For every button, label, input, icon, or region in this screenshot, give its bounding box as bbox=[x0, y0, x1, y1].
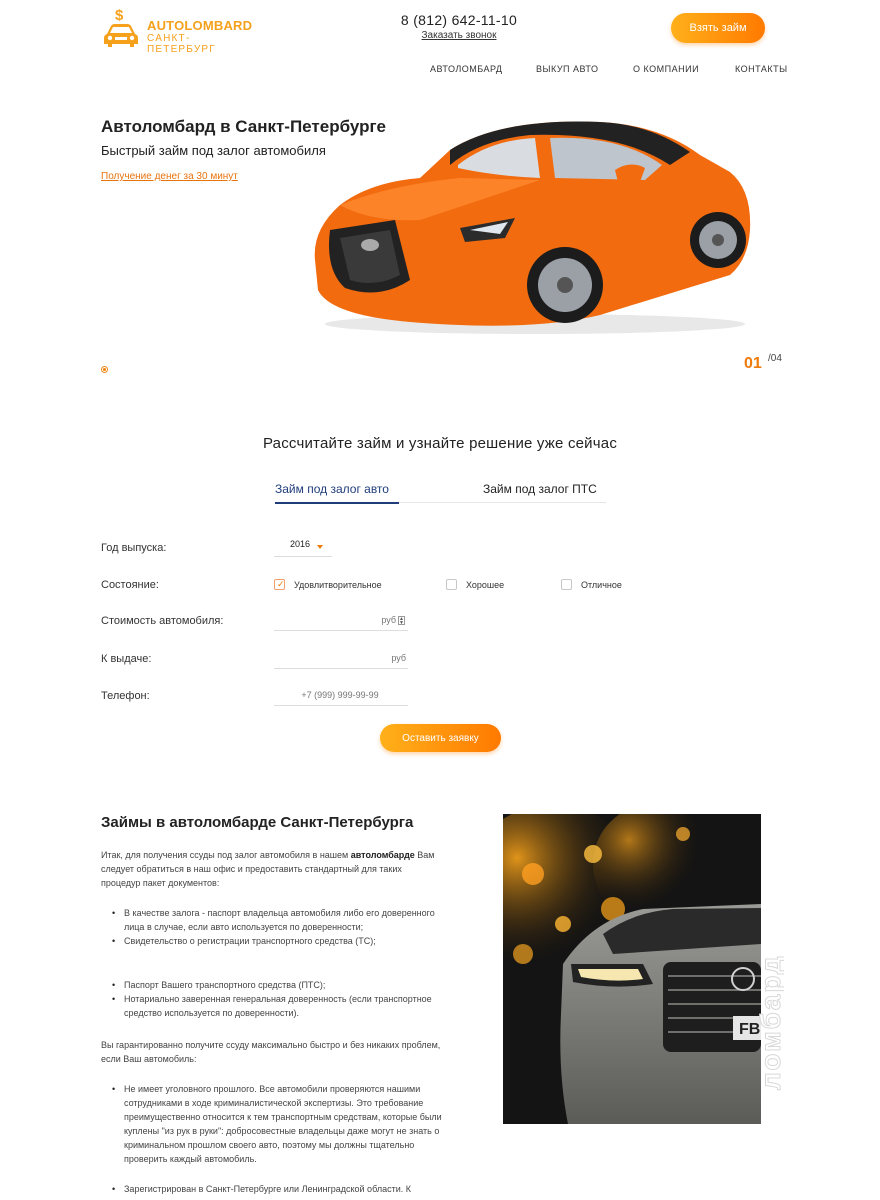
logo-title: AUTOLOMBARD bbox=[147, 18, 253, 33]
car-dollar-logo-icon: $ bbox=[104, 7, 138, 47]
list-item: Не имеет уголовного прошлого. Все автомо… bbox=[112, 1082, 442, 1166]
requirements-list: Не имеет уголовного прошлого. Все автомо… bbox=[112, 1082, 442, 1196]
tab-divider bbox=[399, 502, 606, 503]
take-loan-button[interactable]: Взять займ bbox=[671, 13, 765, 43]
chevron-down-icon bbox=[317, 545, 323, 549]
documents-list-1: В качестве залога - паспорт владельца ав… bbox=[112, 906, 442, 948]
article-paragraph-2: Вы гарантированно получите ссуду максима… bbox=[101, 1040, 441, 1064]
tab-car-collateral[interactable]: Займ под залог авто bbox=[275, 482, 399, 504]
svg-text:$: $ bbox=[115, 7, 124, 24]
submit-request-button[interactable]: Оставить заявку bbox=[380, 724, 501, 752]
slider-dot[interactable] bbox=[101, 366, 108, 373]
number-spinner-icon[interactable]: ▲ ▼ bbox=[398, 616, 405, 626]
list-item: Паспорт Вашего транспортного средства (П… bbox=[112, 978, 442, 992]
condition-label: Состояние: bbox=[101, 579, 159, 591]
condition-excellent-checkbox[interactable] bbox=[561, 579, 572, 590]
condition-good-label: Хорошее bbox=[466, 580, 505, 590]
phone-input[interactable] bbox=[274, 684, 408, 706]
nav-autolombard[interactable]: АВТОЛОМБАРД bbox=[430, 64, 503, 74]
condition-good-checkbox[interactable] bbox=[446, 579, 457, 590]
vertical-watermark-text: ломбард bbox=[755, 954, 785, 1091]
tab-pts-collateral[interactable]: Займ под залог ПТС bbox=[483, 482, 597, 502]
documents-list-2: Паспорт Вашего транспортного средства (П… bbox=[112, 978, 442, 1020]
checkmark-icon: ✓ bbox=[277, 579, 285, 589]
calculator-title: Рассчитайте займ и узнайте решение уже с… bbox=[262, 435, 618, 452]
payout-input[interactable] bbox=[274, 647, 408, 669]
year-value: 2016 bbox=[290, 539, 311, 549]
hero-link[interactable]: Получение денег за 30 минут bbox=[101, 171, 238, 182]
hero-subtitle: Быстрый займ под залог автомобиля bbox=[101, 143, 326, 158]
article-intro: Итак, для получения ссуды под залог авто… bbox=[101, 850, 435, 888]
list-item: Нотариально заверенная генеральная довер… bbox=[112, 992, 442, 1020]
article-title: Займы в автоломбарде Санкт-Петербурга bbox=[101, 814, 414, 831]
nav-contacts[interactable]: КОНТАКТЫ bbox=[735, 64, 788, 74]
car-value-input[interactable] bbox=[274, 609, 408, 631]
phone-label: Телефон: bbox=[101, 690, 150, 702]
logo-subtitle: САНКТ-ПЕТЕРБУРГ bbox=[147, 33, 216, 55]
nav-about[interactable]: О КОМПАНИИ bbox=[633, 64, 699, 74]
orange-sports-car-image bbox=[314, 121, 751, 334]
condition-satisfactory-checkbox[interactable]: ✓ bbox=[274, 579, 285, 590]
list-item: В качестве залога - паспорт владельца ав… bbox=[112, 906, 442, 934]
year-select[interactable]: 2016 bbox=[274, 535, 332, 557]
logo[interactable]: $ AUTOLOMBARD САНКТ-ПЕТЕРБУРГ bbox=[101, 6, 253, 55]
year-label: Год выпуска: bbox=[101, 542, 167, 554]
svg-text:ломбард: ломбард bbox=[755, 954, 784, 1090]
slide-current-number: 01 bbox=[744, 355, 762, 372]
list-item: Зарегистрирован в Санкт-Петербурге или Л… bbox=[112, 1182, 442, 1196]
condition-satisfactory-label: Удовлитворительное bbox=[294, 580, 382, 590]
slide-total-number: /04 bbox=[768, 353, 782, 364]
callback-link[interactable]: Заказать звонок bbox=[400, 30, 518, 41]
condition-excellent-label: Отличное bbox=[581, 580, 622, 590]
header-phone[interactable]: 8 (812) 642-11-10 bbox=[400, 12, 518, 28]
payout-label: К выдаче: bbox=[101, 653, 152, 665]
list-item: Свидетельство о регистрации транспортног… bbox=[112, 934, 442, 948]
car-value-label: Стоимость автомобиля: bbox=[101, 615, 224, 627]
nav-buyout[interactable]: ВЫКУП АВТО bbox=[536, 64, 599, 74]
night-car-photo: FB bbox=[503, 814, 761, 1124]
